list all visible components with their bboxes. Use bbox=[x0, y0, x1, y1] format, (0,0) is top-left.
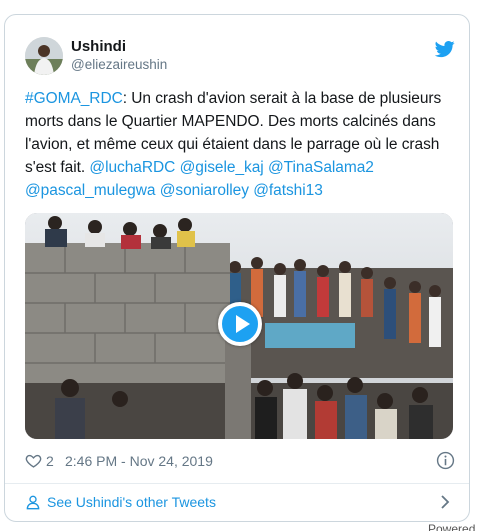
tweet-link[interactable]: @pascal_mulegwa bbox=[25, 182, 156, 199]
display-name[interactable]: Ushindi bbox=[71, 37, 167, 56]
embedded-tweet-card[interactable]: Ushindi @eliezaireushin #GOMA_RDC: Un cr… bbox=[4, 14, 470, 522]
tweet-link[interactable]: @gisele_kaj bbox=[180, 159, 264, 176]
tweet-link[interactable]: #GOMA_RDC bbox=[25, 90, 123, 107]
heart-icon[interactable] bbox=[25, 452, 42, 469]
tweet-link[interactable]: @fatshi13 bbox=[253, 182, 323, 199]
tweet-link[interactable]: @soniarolley bbox=[160, 182, 249, 199]
powered-by-text: Powered bbox=[428, 522, 476, 531]
chevron-right-icon bbox=[441, 495, 450, 509]
tweet-header: Ushindi @eliezaireushin bbox=[25, 35, 455, 77]
play-icon[interactable] bbox=[218, 302, 262, 346]
like-count[interactable]: 2 bbox=[46, 453, 54, 469]
see-more-tweets-link[interactable]: See Ushindi's other Tweets bbox=[25, 491, 455, 515]
person-icon bbox=[26, 495, 40, 510]
tweet-link[interactable]: @luchaRDC bbox=[89, 159, 175, 176]
tweet-link[interactable]: @TinaSalama2 bbox=[268, 159, 374, 176]
tweet-meta: 2 2:46 PM - Nov 24, 2019 bbox=[25, 451, 455, 471]
tweet-text: #GOMA_RDC: Un crash d'avion serait à la … bbox=[25, 87, 455, 202]
author-names[interactable]: Ushindi @eliezaireushin bbox=[71, 37, 167, 74]
divider bbox=[5, 483, 469, 484]
twitter-bird-icon[interactable] bbox=[435, 39, 455, 59]
info-icon[interactable] bbox=[436, 451, 455, 470]
video-thumbnail[interactable] bbox=[25, 213, 453, 439]
author-handle[interactable]: @eliezaireushin bbox=[71, 56, 167, 74]
see-more-label[interactable]: See Ushindi's other Tweets bbox=[47, 494, 216, 510]
avatar[interactable] bbox=[25, 37, 63, 75]
tweet-timestamp[interactable]: 2:46 PM - Nov 24, 2019 bbox=[65, 453, 213, 469]
